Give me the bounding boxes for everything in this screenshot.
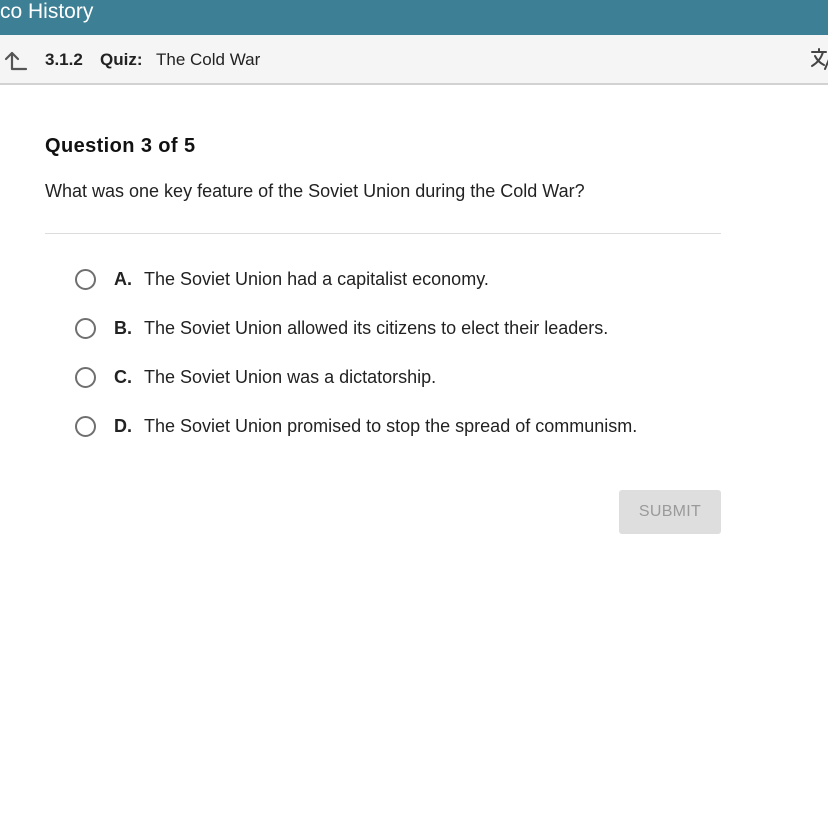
divider <box>45 233 721 234</box>
activity-title: The Cold War <box>156 50 261 69</box>
radio-button-c[interactable] <box>75 367 96 388</box>
option-letter: B. <box>114 318 132 338</box>
option-text: The Soviet Union was a dictatorship. <box>144 367 437 387</box>
option-letter: D. <box>114 416 132 436</box>
option-text: The Soviet Union allowed its citizens to… <box>144 318 609 338</box>
option-letter: C. <box>114 367 132 387</box>
activity-type: Quiz: <box>100 50 143 69</box>
answer-option-a[interactable]: A. The Soviet Union had a capitalist eco… <box>72 266 752 298</box>
app-header: co History <box>0 0 828 35</box>
radio-button-b[interactable] <box>75 318 96 339</box>
radio-button-d[interactable] <box>75 416 96 437</box>
answer-option-b[interactable]: B. The Soviet Union allowed its citizens… <box>72 315 752 347</box>
breadcrumb: 3.1.2 Quiz: The Cold War <box>0 35 828 85</box>
submit-button[interactable]: SUBMIT <box>619 490 721 534</box>
translate-icon[interactable] <box>808 45 828 73</box>
lesson-number: 3.1.2 <box>45 50 83 69</box>
radio-button-a[interactable] <box>75 269 96 290</box>
back-arrow-icon[interactable] <box>3 49 29 71</box>
option-text: The Soviet Union promised to stop the sp… <box>144 416 638 436</box>
option-text: The Soviet Union had a capitalist econom… <box>144 269 489 289</box>
answer-option-d[interactable]: D. The Soviet Union promised to stop the… <box>72 413 752 445</box>
option-letter: A. <box>114 269 132 289</box>
question-text: What was one key feature of the Soviet U… <box>45 181 585 201</box>
answer-option-c[interactable]: C. The Soviet Union was a dictatorship. <box>72 364 752 396</box>
question-heading: Question 3 of 5 <box>45 135 196 157</box>
app-title: co History <box>0 0 94 23</box>
